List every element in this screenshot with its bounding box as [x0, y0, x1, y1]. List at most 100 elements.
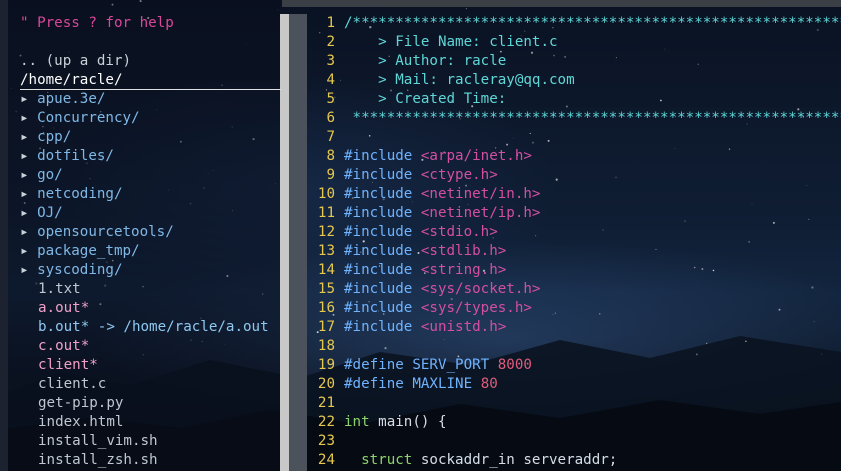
window-separator[interactable] — [280, 14, 289, 471]
code-token: #define — [344, 376, 413, 392]
code-line[interactable]: #include <stdlib.h> — [344, 242, 506, 261]
line-number: 21 — [317, 395, 335, 411]
tree-dir-item[interactable]: ▸ opensourcetools/ — [20, 223, 174, 242]
code-token: #include — [344, 167, 421, 183]
code-token: main() { — [378, 414, 447, 430]
code-token: #include — [344, 300, 421, 316]
tree-dir-item[interactable]: ▸ package_tmp/ — [20, 242, 140, 261]
tree-dir-item[interactable]: ▸ OJ/ — [20, 204, 63, 223]
tree-file-item[interactable]: install_vim.sh — [38, 432, 158, 451]
code-line[interactable]: struct sockaddr_in serveraddr; — [344, 451, 617, 470]
collapsed-arrow-icon: ▸ — [20, 262, 38, 278]
line-number: 9 — [326, 167, 335, 183]
code-token: 80 — [480, 376, 498, 392]
line-number: 7 — [326, 129, 335, 145]
code-token: <stdio.h> — [420, 224, 498, 240]
line-number: 12 — [317, 224, 335, 240]
line-number: 8 — [326, 148, 335, 164]
tree-dir-item[interactable]: ▸ dotfiles/ — [20, 147, 114, 166]
tree-dir-item[interactable]: ▸ apue.3e/ — [20, 90, 105, 109]
code-line[interactable]: > Author: racle — [344, 52, 506, 71]
tree-dir-label: cpp/ — [37, 129, 72, 145]
scrollbar-gutter — [289, 14, 307, 471]
code-token: <netinet/in.h> — [420, 186, 541, 202]
tree-file-item[interactable]: client.c — [38, 375, 106, 394]
tree-file-item[interactable]: index.html — [38, 413, 123, 432]
code-token: <sys/socket.h> — [420, 281, 541, 297]
tree-dir-item[interactable]: ▸ go/ — [20, 166, 63, 185]
code-token: #include — [344, 281, 421, 297]
line-number: 23 — [317, 433, 335, 449]
code-token: <netinet/ip.h> — [420, 205, 541, 221]
tree-dir-label: OJ/ — [37, 205, 63, 221]
code-line[interactable]: ****************************************… — [344, 109, 841, 128]
code-line[interactable]: int main() { — [344, 413, 447, 432]
collapsed-arrow-icon: ▸ — [20, 129, 38, 145]
code-token: #define — [344, 357, 413, 373]
code-line[interactable]: #include <unistd.h> — [344, 318, 506, 337]
tree-file-item[interactable]: client* — [38, 356, 98, 375]
collapsed-arrow-icon: ▸ — [20, 167, 38, 183]
code-line[interactable]: > Created Time: — [344, 90, 506, 109]
tree-dir-label: go/ — [37, 167, 63, 183]
tree-file-item[interactable]: b.out* -> /home/racle/a.out — [38, 318, 269, 337]
code-line[interactable]: #define SERV_PORT 8000 — [344, 356, 532, 375]
code-line[interactable]: > Mail: racleray@qq.com — [344, 71, 575, 90]
code-line[interactable]: /***************************************… — [344, 14, 841, 33]
tree-dir-item[interactable]: ▸ netcoding/ — [20, 185, 123, 204]
line-number: 6 — [326, 110, 335, 126]
code-line[interactable]: #include <sys/types.h> — [344, 299, 532, 318]
tree-dir-label: Concurrency/ — [37, 110, 140, 126]
code-token: <ctype.h> — [420, 167, 498, 183]
sign-column — [0, 0, 8, 471]
collapsed-arrow-icon: ▸ — [20, 148, 38, 164]
code-line[interactable]: #include <sys/socket.h> — [344, 280, 540, 299]
code-token: > Mail: racleray@qq.com — [344, 72, 575, 88]
line-number: 11 — [317, 205, 335, 221]
tree-dir-label: apue.3e/ — [37, 91, 106, 107]
collapsed-arrow-icon: ▸ — [20, 110, 38, 126]
line-number: 2 — [326, 34, 335, 50]
line-number: 13 — [317, 243, 335, 259]
tree-file-item[interactable]: install_zsh.sh — [38, 451, 158, 470]
line-number: 4 — [326, 72, 335, 88]
code-line[interactable]: #include <stdio.h> — [344, 223, 498, 242]
tree-dir-label: syscoding/ — [37, 262, 123, 278]
code-token: #include — [344, 243, 421, 259]
help-hint: " Press ? for help — [20, 15, 174, 31]
tree-dir-label: package_tmp/ — [37, 243, 140, 259]
tree-file-item[interactable]: c.out* — [38, 337, 89, 356]
up-a-dir-link[interactable]: .. (up a dir) — [20, 52, 131, 71]
code-token: #include — [344, 148, 421, 164]
code-token: #include — [344, 262, 421, 278]
tree-file-item[interactable]: 1.txt — [38, 280, 81, 299]
line-number: 1 — [326, 15, 335, 31]
code-token: > Author: racle — [344, 53, 507, 69]
code-token: <stdlib.h> — [420, 243, 507, 259]
code-line[interactable]: #include <string.h> — [344, 261, 506, 280]
tree-dir-item[interactable]: ▸ cpp/ — [20, 128, 71, 147]
code-line[interactable]: #include <arpa/inet.h> — [344, 147, 532, 166]
collapsed-arrow-icon: ▸ — [20, 205, 38, 221]
tabline-bar — [282, 0, 841, 7]
code-line[interactable]: #include <netinet/ip.h> — [344, 204, 540, 223]
code-token: <unistd.h> — [420, 319, 507, 335]
collapsed-arrow-icon: ▸ — [20, 186, 38, 202]
code-line[interactable]: > File Name: client.c — [344, 33, 558, 52]
code-token: > File Name: client.c — [344, 34, 558, 50]
current-directory[interactable]: /home/racle/ — [20, 71, 281, 90]
code-line[interactable]: #include <ctype.h> — [344, 166, 498, 185]
collapsed-arrow-icon: ▸ — [20, 243, 38, 259]
code-token: <sys/types.h> — [420, 300, 532, 316]
code-token: ****************************************… — [344, 110, 841, 126]
tree-dir-item[interactable]: ▸ syscoding/ — [20, 261, 123, 280]
line-number: 22 — [317, 414, 335, 430]
code-line[interactable]: #include <netinet/in.h> — [344, 185, 540, 204]
line-number: 15 — [317, 281, 335, 297]
tree-file-item[interactable]: a.out* — [38, 299, 89, 318]
tree-file-item[interactable]: get-pip.py — [38, 394, 123, 413]
line-number: 3 — [326, 53, 335, 69]
code-line[interactable]: #define MAXLINE 80 — [344, 375, 498, 394]
tree-dir-item[interactable]: ▸ Concurrency/ — [20, 109, 140, 128]
